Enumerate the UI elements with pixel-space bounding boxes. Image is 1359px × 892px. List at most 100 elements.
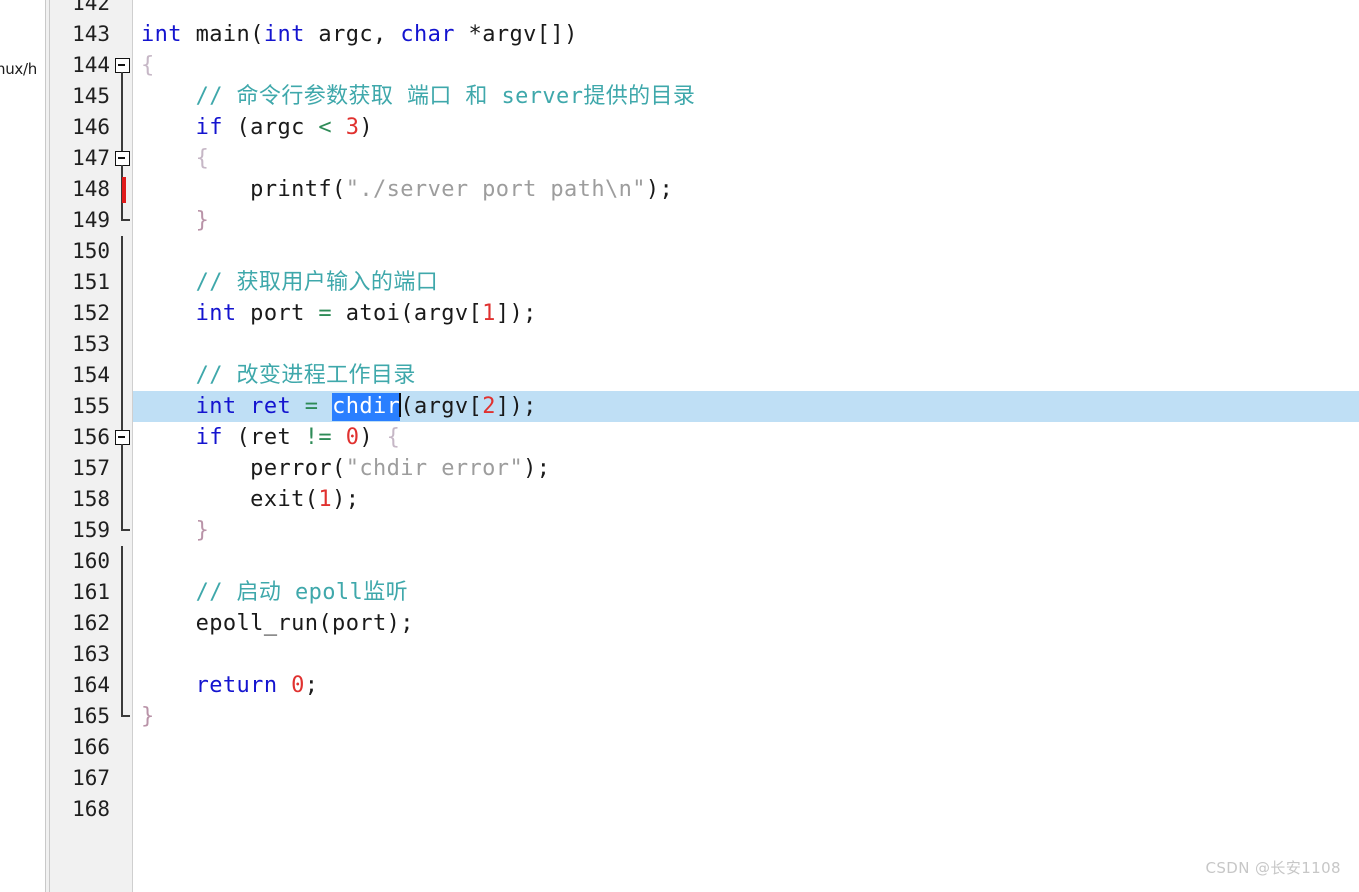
fold-column[interactable]	[114, 329, 132, 360]
code-token: exit(	[250, 487, 319, 512]
line-number: 160	[72, 549, 110, 573]
code-line[interactable]: int main(int argc, char *argv[])	[133, 19, 1359, 50]
gutter-row[interactable]: 163	[46, 639, 132, 670]
code-line[interactable]	[133, 329, 1359, 360]
code-line[interactable]: return 0;	[133, 670, 1359, 701]
gutter-row[interactable]: 152	[46, 298, 132, 329]
fold-collapse-icon[interactable]	[115, 151, 130, 166]
fold-column[interactable]	[114, 453, 132, 484]
fold-guide-line	[121, 577, 124, 608]
gutter-row[interactable]: 154	[46, 360, 132, 391]
code-line-current[interactable]: int ret = chdir(argv[2]);	[133, 391, 1359, 422]
code-line[interactable]: if (argc < 3)	[133, 112, 1359, 143]
code-line[interactable]	[133, 546, 1359, 577]
gutter-row[interactable]: 158	[46, 484, 132, 515]
code-line[interactable]: }	[133, 515, 1359, 546]
gutter-row[interactable]: 155	[46, 391, 132, 422]
fold-column[interactable]	[114, 298, 132, 329]
fold-column[interactable]	[114, 732, 132, 763]
fold-column[interactable]	[114, 19, 132, 50]
gutter-row[interactable]: 161	[46, 577, 132, 608]
gutter-row[interactable]: 159	[46, 515, 132, 546]
gutter-row[interactable]: 160	[46, 546, 132, 577]
gutter-row[interactable]: 156	[46, 422, 132, 453]
gutter-row[interactable]: 168	[46, 794, 132, 825]
fold-column[interactable]	[114, 391, 132, 422]
fold-column[interactable]	[114, 763, 132, 794]
code-line[interactable]: {	[133, 143, 1359, 174]
fold-collapse-icon[interactable]	[115, 58, 130, 73]
fold-column[interactable]	[114, 546, 132, 577]
gutter-row[interactable]: 167	[46, 763, 132, 794]
gutter-row[interactable]: 157	[46, 453, 132, 484]
code-line[interactable]: if (ret != 0) {	[133, 422, 1359, 453]
fold-column[interactable]	[114, 81, 132, 112]
fold-column[interactable]	[114, 50, 132, 81]
fold-column[interactable]	[114, 360, 132, 391]
code-token: ret	[236, 394, 305, 419]
code-line-list: int main(int argc, char *argv[]){ // 命令行…	[133, 0, 1359, 825]
fold-column[interactable]	[114, 515, 132, 546]
editor-gutter[interactable]: 142 143 144 145 146 147 148 149 150 151 152 153 154 1…	[46, 0, 133, 892]
code-line[interactable]: {	[133, 50, 1359, 81]
gutter-row[interactable]: 148	[46, 174, 132, 205]
gutter-row[interactable]: 164	[46, 670, 132, 701]
gutter-row[interactable]: 146	[46, 112, 132, 143]
fold-column[interactable]	[114, 484, 132, 515]
gutter-row[interactable]: 147	[46, 143, 132, 174]
code-token: =	[304, 394, 319, 419]
code-line[interactable]: exit(1);	[133, 484, 1359, 515]
code-line[interactable]: int port = atoi(argv[1]);	[133, 298, 1359, 329]
fold-column[interactable]	[114, 701, 132, 732]
code-line[interactable]: }	[133, 701, 1359, 732]
fold-collapse-icon[interactable]	[115, 430, 130, 445]
code-line[interactable]	[133, 639, 1359, 670]
code-line[interactable]: printf("./server port path\n");	[133, 174, 1359, 205]
fold-column[interactable]	[114, 236, 132, 267]
gutter-row[interactable]: 142	[46, 0, 132, 19]
line-number: 146	[72, 115, 110, 139]
fold-column[interactable]	[114, 205, 132, 236]
fold-column[interactable]	[114, 794, 132, 825]
code-token: int	[195, 301, 237, 326]
fold-column[interactable]	[114, 0, 132, 19]
code-line[interactable]	[133, 236, 1359, 267]
code-line[interactable]	[133, 794, 1359, 825]
fold-guide-line	[121, 391, 124, 422]
fold-column[interactable]	[114, 267, 132, 298]
code-line[interactable]: // 获取用户输入的端口	[133, 267, 1359, 298]
code-line[interactable]: epoll_run(port);	[133, 608, 1359, 639]
code-line[interactable]	[133, 0, 1359, 19]
code-line[interactable]: perror("chdir error");	[133, 453, 1359, 484]
fold-guide-line	[121, 546, 124, 577]
code-line[interactable]: }	[133, 205, 1359, 236]
fold-guide-line	[121, 444, 124, 453]
fold-column[interactable]	[114, 608, 132, 639]
gutter-row[interactable]: 145	[46, 81, 132, 112]
gutter-row[interactable]: 144	[46, 50, 132, 81]
gutter-row[interactable]: 153	[46, 329, 132, 360]
fold-column[interactable]	[114, 670, 132, 701]
fold-guide-line	[121, 670, 124, 701]
code-line[interactable]: // 改变进程工作目录	[133, 360, 1359, 391]
code-text-area[interactable]: int main(int argc, char *argv[]){ // 命令行…	[133, 0, 1359, 892]
fold-column[interactable]	[114, 143, 132, 174]
fold-column[interactable]	[114, 422, 132, 453]
gutter-row[interactable]: 149	[46, 205, 132, 236]
gutter-row[interactable]: 162	[46, 608, 132, 639]
fold-guide-line	[121, 360, 124, 391]
gutter-row[interactable]: 150	[46, 236, 132, 267]
code-line[interactable]	[133, 732, 1359, 763]
code-line[interactable]	[133, 763, 1359, 794]
fold-column[interactable]	[114, 577, 132, 608]
code-line[interactable]: // 命令行参数获取 端口 和 server提供的目录	[133, 81, 1359, 112]
fold-column[interactable]	[114, 112, 132, 143]
gutter-row[interactable]: 143	[46, 19, 132, 50]
gutter-row[interactable]: 166	[46, 732, 132, 763]
gutter-row[interactable]: 165	[46, 701, 132, 732]
fold-column[interactable]	[114, 639, 132, 670]
gutter-row[interactable]: 151	[46, 267, 132, 298]
code-line[interactable]: // 启动 epoll监听	[133, 577, 1359, 608]
